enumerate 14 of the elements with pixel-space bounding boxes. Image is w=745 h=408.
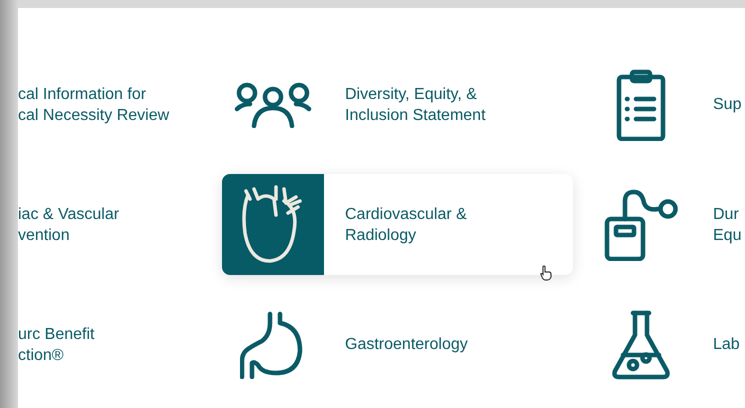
- heart-icon: [242, 184, 304, 264]
- clipboard-icon: [616, 68, 666, 140]
- category-link[interactable]: cal Information for cal Necessity Review: [18, 54, 205, 155]
- category-link[interactable]: Sup: [590, 54, 745, 155]
- hand-cursor-icon: [540, 265, 552, 281]
- people-icon: [234, 82, 312, 128]
- category-link[interactable]: Diversity, Equity, & Inclusion Statement: [222, 54, 573, 155]
- category-link[interactable]: Gastroenterology: [222, 294, 573, 395]
- device-icon: [604, 188, 678, 260]
- flask-icon: [611, 308, 671, 380]
- category-link[interactable]: Lab: [590, 294, 745, 395]
- category-link[interactable]: iac & Vascular vention: [18, 174, 205, 275]
- category-link[interactable]: Dur Equ: [590, 174, 745, 275]
- category-link[interactable]: urc Benefit ction®: [18, 294, 205, 395]
